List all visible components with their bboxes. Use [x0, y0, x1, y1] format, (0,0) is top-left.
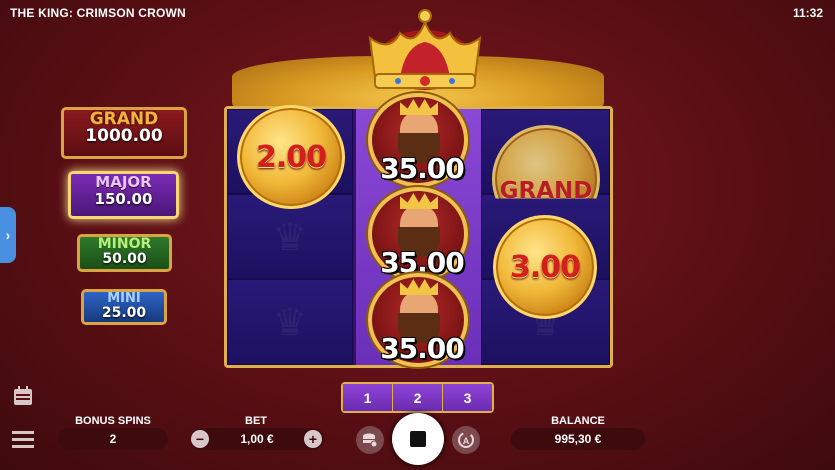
jackpot-major-value: 150.00 — [94, 190, 153, 208]
game-title: THE KING: CRIMSON CROWN — [10, 6, 186, 20]
minus-icon: − — [195, 431, 205, 447]
jackpot-grand-name: GRAND — [89, 109, 159, 129]
coin-value: 2.00 — [255, 139, 327, 175]
jackpot-minor: MINOR 50.00 — [77, 234, 172, 272]
king-symbol: 35.00 — [368, 273, 468, 367]
chevron-right-icon: › — [5, 227, 11, 243]
plus-icon: + — [308, 431, 318, 447]
coin-value-button[interactable] — [356, 426, 384, 454]
crown-icon: ♛ — [272, 300, 308, 344]
jackpot-major-name: MAJOR — [95, 173, 152, 191]
bonus-spins-label: BONUS SPINS — [75, 415, 151, 427]
king-value: 35.00 — [380, 332, 465, 365]
jackpot-grand: GRAND 1000.00 — [61, 107, 187, 159]
bet-increase-button[interactable]: + — [304, 430, 322, 448]
autoplay-button[interactable]: A — [452, 426, 480, 454]
reel-select-3[interactable]: 3 — [443, 384, 492, 411]
calendar-icon[interactable] — [12, 386, 34, 406]
reel-select-1[interactable]: 1 — [343, 384, 393, 411]
jackpot-mini-name: MINI — [107, 291, 141, 306]
jackpot-mini: MINI 25.00 — [81, 289, 167, 325]
jackpot-mini-value: 25.00 — [101, 305, 147, 321]
crown-icon — [368, 9, 482, 90]
menu-icon[interactable] — [12, 430, 34, 448]
reel-select-2[interactable]: 2 — [393, 384, 443, 411]
side-drawer-tab[interactable]: › — [0, 207, 16, 263]
autoplay-icon: A — [458, 432, 474, 448]
jackpot-minor-name: MINOR — [97, 236, 152, 252]
crown-icon: ♛ — [272, 214, 308, 259]
jackpot-minor-value: 50.00 — [102, 251, 147, 267]
coin-value: 3.00 — [509, 249, 581, 285]
reel-1-row-3: ♛ — [227, 279, 353, 365]
bonus-spins-value: 2 — [58, 428, 168, 450]
king-symbol: 35.00 — [368, 187, 468, 281]
king-value: 35.00 — [380, 152, 465, 185]
king-symbol: 35.00 — [368, 93, 468, 187]
svg-text:A: A — [463, 436, 470, 446]
jackpot-major: MAJOR 150.00 — [68, 171, 179, 219]
coin-symbol: 2.00 — [237, 105, 345, 209]
stop-icon — [410, 431, 426, 447]
bet-label: BET — [245, 415, 267, 427]
bet-decrease-button[interactable]: − — [191, 430, 209, 448]
coin-stack-icon — [363, 433, 378, 448]
balance-label: BALANCE — [551, 415, 605, 427]
balance-value: 995,30 € — [511, 428, 645, 450]
coin-symbol: 3.00 — [493, 215, 597, 319]
stop-button[interactable] — [392, 413, 444, 465]
clock: 11:32 — [792, 6, 823, 20]
reels-grid: ♛ ♛ ♛ 2.00 GRAND 3.00 35.00 35.00 35.00 — [224, 93, 613, 368]
reel-selector: 1 2 3 — [341, 382, 494, 413]
jackpot-grand-value: 1000.00 — [85, 126, 163, 146]
